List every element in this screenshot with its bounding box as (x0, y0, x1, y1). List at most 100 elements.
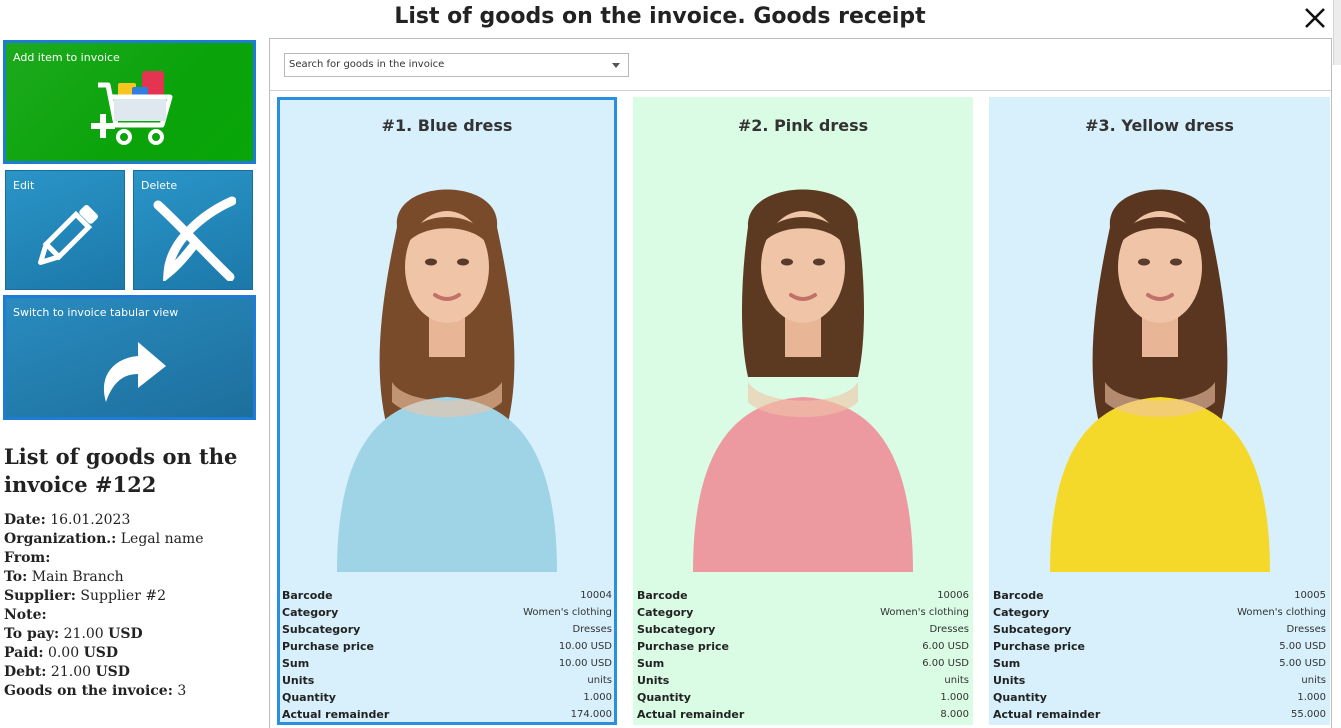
attribute-key: Category (282, 606, 339, 619)
attribute-row: Barcode 10006 (637, 587, 969, 604)
attribute-value: 10.00 USD (558, 658, 612, 669)
attribute-row: Category Women's clothing (637, 604, 969, 621)
attribute-key: Subcategory (993, 623, 1072, 636)
cross-icon (153, 196, 236, 281)
attribute-value: 55.000 (1291, 709, 1326, 720)
product-title: #2. Pink dress (737, 116, 869, 135)
add-item-label: Add item to invoice (13, 51, 120, 64)
attribute-key: Quantity (282, 691, 336, 704)
summary-value: Main Branch (27, 569, 124, 585)
product-title: #3. Yellow dress (1085, 116, 1234, 135)
attribute-value: 6.00 USD (922, 641, 969, 652)
switch-tabular-view-label: Switch to invoice tabular view (13, 306, 179, 319)
product-card[interactable]: #2. Pink dress Barcode 10006 Category Women'… (633, 97, 973, 725)
attribute-key: Purchase price (993, 640, 1085, 653)
summary-value: 0.00 (43, 645, 84, 661)
summary-label: Supplier: (4, 588, 76, 604)
attribute-row: Sum 10.00 USD (282, 655, 612, 672)
edit-button[interactable]: Edit (5, 170, 125, 290)
summary-row: Date: 16.01.2023 (4, 511, 264, 530)
close-icon[interactable] (1302, 5, 1328, 31)
product-title: #1. Blue dress (381, 116, 513, 135)
attribute-row: Sum 6.00 USD (637, 655, 969, 672)
delete-button[interactable]: Delete (133, 170, 253, 290)
shopping-cart-add-icon (91, 71, 173, 145)
attribute-row: Quantity 1.000 (282, 689, 612, 706)
product-attributes: Barcode 10006 Category Women's clothing Subc… (637, 587, 969, 723)
summary-value: 3 (172, 683, 187, 699)
attribute-key: Quantity (993, 691, 1047, 704)
product-photo (337, 189, 557, 572)
summary-row: Supplier: Supplier #2 (4, 587, 264, 606)
attribute-row: Quantity 1.000 (993, 689, 1326, 706)
attribute-key: Actual remainder (637, 708, 745, 721)
attribute-row: Units units (282, 672, 612, 689)
summary-row: Goods on the invoice: 3 (4, 682, 264, 701)
attribute-row: Units units (637, 672, 969, 689)
add-item-button[interactable]: Add item to invoice (3, 40, 256, 164)
attribute-key: Barcode (282, 589, 333, 602)
summary-label: Organization.: (4, 531, 117, 547)
attribute-row: Subcategory Dresses (993, 621, 1326, 638)
attribute-value: 174.000 (570, 709, 612, 720)
scrollbar[interactable] (1333, 0, 1341, 65)
summary-unit: USD (108, 626, 143, 642)
summary-value: 21.00 (46, 664, 96, 680)
attribute-key: Sum (637, 657, 665, 670)
summary-value: Supplier #2 (75, 588, 166, 604)
attribute-value: units (944, 675, 969, 686)
toolbar-divider (270, 90, 1331, 91)
summary-value: 16.01.2023 (45, 512, 131, 528)
close-button[interactable] (1302, 5, 1328, 31)
attribute-row: Quantity 1.000 (637, 689, 969, 706)
product-card[interactable]: #1. Blue dress Barcode 10004 Category Women'… (277, 97, 617, 725)
edit-label: Edit (13, 179, 35, 192)
attribute-row: Purchase price 10.00 USD (282, 638, 612, 655)
goods-search-input[interactable]: Search for goods in the invoice (284, 53, 629, 77)
attribute-value: Women's clothing (1237, 607, 1326, 618)
switch-tabular-view-button[interactable]: Switch to invoice tabular view (3, 295, 256, 420)
summary-value: 21.00 (59, 626, 109, 642)
product-attributes: Barcode 10005 Category Women's clothing Subc… (993, 587, 1326, 723)
summary-row: Paid: 0.00 USD (4, 644, 264, 663)
attribute-value: Women's clothing (523, 607, 612, 618)
summary-label: Paid: (4, 645, 44, 661)
attribute-key: Actual remainder (282, 708, 390, 721)
invoice-heading: List of goods on the invoice #122 (4, 444, 238, 497)
attribute-key: Category (993, 606, 1050, 619)
redirect-arrow-icon (103, 342, 166, 402)
product-card[interactable]: #3. Yellow dress Barcode 10005 Category Wome… (989, 97, 1330, 725)
attribute-row: Category Women's clothing (282, 604, 612, 621)
attribute-key: Purchase price (637, 640, 729, 653)
attribute-row: Barcode 10005 (993, 587, 1326, 604)
attribute-key: Subcategory (637, 623, 716, 636)
invoice-summary: List of goods on the invoice #122 Date: … (4, 443, 264, 701)
attribute-value: 10005 (1294, 590, 1326, 601)
attribute-value: 1.000 (1297, 692, 1326, 703)
chevron-down-icon[interactable] (612, 63, 620, 68)
attribute-row: Subcategory Dresses (282, 621, 612, 638)
attribute-row: Category Women's clothing (993, 604, 1326, 621)
attribute-value: Women's clothing (880, 607, 969, 618)
attribute-value: 1.000 (583, 692, 612, 703)
summary-row: To: Main Branch (4, 568, 264, 587)
attribute-row: Purchase price 5.00 USD (993, 638, 1326, 655)
summary-row: From: (4, 549, 264, 568)
summary-label: From: (4, 550, 51, 566)
attribute-value: Dresses (572, 624, 612, 635)
attribute-value: 6.00 USD (922, 658, 969, 669)
delete-label: Delete (141, 179, 178, 192)
summary-label: Note: (4, 607, 47, 623)
attribute-row: Sum 5.00 USD (993, 655, 1326, 672)
summary-label: To: (4, 569, 28, 585)
attribute-key: Actual remainder (993, 708, 1101, 721)
product-attributes: Barcode 10004 Category Women's clothing Subc… (282, 587, 612, 723)
summary-unit: USD (83, 645, 119, 661)
attribute-key: Sum (282, 657, 310, 670)
summary-row: Debt: 21.00 USD (4, 663, 264, 682)
attribute-row: Barcode 10004 (282, 587, 612, 604)
attribute-key: Units (993, 674, 1026, 687)
attribute-row: Actual remainder 8.000 (637, 706, 969, 723)
summary-label: Date: (4, 512, 46, 528)
attribute-value: 10004 (580, 590, 612, 601)
